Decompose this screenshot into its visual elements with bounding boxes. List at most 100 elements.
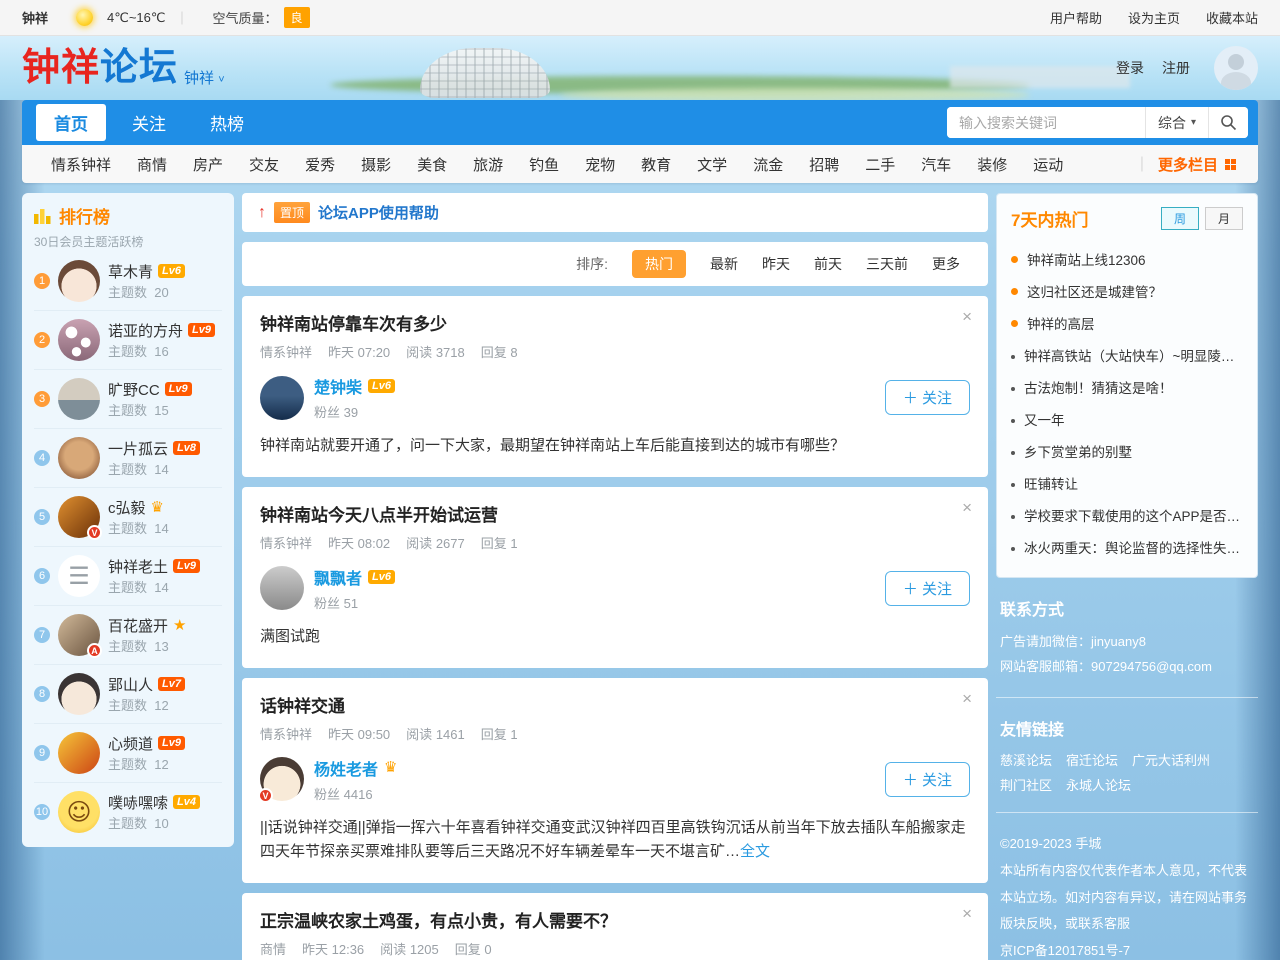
avatar[interactable]	[58, 319, 100, 361]
friend-link[interactable]: 广元大话利州	[1132, 750, 1210, 769]
username-link[interactable]: 杨姓老者	[314, 756, 378, 780]
avatar[interactable]: V	[260, 757, 304, 801]
hot-topic-item[interactable]: 钟祥南站上线12306	[1011, 243, 1243, 275]
username-link[interactable]: 飘飘者	[314, 565, 362, 589]
category-item[interactable]: 房产	[180, 154, 236, 175]
hot-topic-item[interactable]: 古法炮制！猜猜这是啥！	[1011, 371, 1243, 403]
hot-topic-item[interactable]: 冰火两重天：舆论监督的选择性失明…	[1011, 531, 1243, 563]
username-link[interactable]: 诺亚的方舟	[108, 320, 183, 341]
close-icon[interactable]: ×	[962, 905, 972, 922]
search-scope-select[interactable]: 综合▾	[1145, 107, 1208, 138]
set-homepage-link[interactable]: 设为主页	[1128, 8, 1180, 27]
full-text-link[interactable]: 全文	[740, 843, 770, 860]
ranking-list-item[interactable]: 3 旷野CC Lv9 主题数 15	[34, 369, 222, 428]
friend-link[interactable]: 永城人论坛	[1066, 775, 1131, 794]
city-selector[interactable]: 钟祥 ˅	[184, 67, 225, 88]
category-item[interactable]: 教育	[628, 154, 684, 175]
hot-topic-item[interactable]: 钟祥的高层	[1011, 307, 1243, 339]
username-link[interactable]: 心频道	[108, 733, 153, 754]
category-item[interactable]: 装修	[964, 154, 1020, 175]
hot-topic-item[interactable]: 又一年	[1011, 403, 1243, 435]
category-item[interactable]: 情系钟祥	[38, 154, 124, 175]
avatar[interactable]	[58, 732, 100, 774]
ranking-list-item[interactable]: 1 草木青 Lv6 主题数 20	[34, 252, 222, 310]
follow-button[interactable]: ＋ 关注	[885, 380, 970, 415]
tab-month[interactable]: 月	[1205, 207, 1243, 230]
sort-option-hot[interactable]: 热门	[632, 250, 686, 278]
tab-home[interactable]: 首页	[36, 104, 106, 141]
post-title[interactable]: 钟祥南站今天八点半开始试运营	[260, 501, 970, 526]
sort-option-daybefore[interactable]: 前天	[814, 254, 842, 274]
sort-option-more[interactable]: 更多	[932, 254, 960, 274]
avatar[interactable]: ☺	[58, 791, 100, 833]
hot-topic-item[interactable]: 钟祥高铁站（大站快车）~明显陵，…	[1011, 339, 1243, 371]
username-link[interactable]: c弘毅	[108, 497, 146, 518]
register-link[interactable]: 注册	[1162, 58, 1190, 78]
avatar[interactable]: ☰	[58, 555, 100, 597]
username-link[interactable]: 钟祥老土	[108, 556, 168, 577]
tab-following[interactable]: 关注	[114, 104, 184, 141]
ranking-list-item[interactable]: 4 一片孤云 Lv8 主题数 14	[34, 428, 222, 487]
avatar[interactable]	[58, 260, 100, 302]
category-item[interactable]: 运动	[1020, 154, 1076, 175]
username-link[interactable]: 旷野CC	[108, 379, 160, 400]
username-link[interactable]: 噗哧嘿嗦	[108, 792, 168, 813]
post-title[interactable]: 话钟祥交通	[260, 692, 970, 717]
category-item[interactable]: 招聘	[796, 154, 852, 175]
ranking-list-item[interactable]: 7 A 百花盛开 ★ 主题数 13	[34, 605, 222, 664]
search-input[interactable]	[947, 107, 1145, 138]
follow-button[interactable]: ＋ 关注	[885, 571, 970, 606]
sort-option-3daysago[interactable]: 三天前	[866, 254, 908, 274]
category-item[interactable]: 商情	[124, 154, 180, 175]
sort-option-yesterday[interactable]: 昨天	[762, 254, 790, 274]
ranking-list-item[interactable]: 8 郢山人 Lv7 主题数 12	[34, 664, 222, 723]
ranking-list-item[interactable]: 9 心频道 Lv9 主题数 12	[34, 723, 222, 782]
category-item[interactable]: 钓鱼	[516, 154, 572, 175]
ranking-list-item[interactable]: 6 ☰ 钟祥老土 Lv9 主题数 14	[34, 546, 222, 605]
category-item[interactable]: 流金	[740, 154, 796, 175]
more-categories-button[interactable]: 更多栏目	[1144, 154, 1242, 175]
avatar[interactable]	[58, 673, 100, 715]
username-link[interactable]: 百花盛开	[108, 615, 168, 636]
post-title[interactable]: 正宗温峡农家土鸡蛋，有点小贵，有人需要不？	[260, 907, 970, 932]
category-item[interactable]: 美食	[404, 154, 460, 175]
avatar[interactable]	[58, 378, 100, 420]
avatar[interactable]	[1214, 46, 1258, 90]
avatar[interactable]: A	[58, 614, 100, 656]
category-item[interactable]: 汽车	[908, 154, 964, 175]
sticky-post-link[interactable]: 论坛APP使用帮助	[318, 202, 439, 223]
username-link[interactable]: 楚钟柴	[314, 374, 362, 398]
close-icon[interactable]: ×	[962, 690, 972, 707]
login-link[interactable]: 登录	[1116, 58, 1144, 78]
username-link[interactable]: 郢山人	[108, 674, 153, 695]
friend-link[interactable]: 荆门社区	[1000, 775, 1052, 794]
post-title[interactable]: 钟祥南站停靠车次有多少	[260, 310, 970, 335]
bookmark-site-link[interactable]: 收藏本站	[1206, 8, 1258, 27]
category-item[interactable]: 宠物	[572, 154, 628, 175]
category-item[interactable]: 爱秀	[292, 154, 348, 175]
avatar[interactable]: V	[58, 496, 100, 538]
friend-link[interactable]: 慈溪论坛	[1000, 750, 1052, 769]
site-logo[interactable]: 钟祥论坛	[22, 49, 178, 87]
close-icon[interactable]: ×	[962, 499, 972, 516]
avatar[interactable]	[58, 437, 100, 479]
category-item[interactable]: 摄影	[348, 154, 404, 175]
friend-link[interactable]: 宿迁论坛	[1066, 750, 1118, 769]
user-help-link[interactable]: 用户帮助	[1050, 8, 1102, 27]
tab-hot[interactable]: 热榜	[192, 104, 262, 141]
avatar[interactable]	[260, 376, 304, 420]
hot-topic-item[interactable]: 这归社区还是城建管？	[1011, 275, 1243, 307]
close-icon[interactable]: ×	[962, 308, 972, 325]
ranking-list-item[interactable]: 10 ☺ 噗哧嘿嗦 Lv4 主题数 10	[34, 782, 222, 841]
category-item[interactable]: 旅游	[460, 154, 516, 175]
search-button[interactable]	[1208, 107, 1248, 138]
hot-topic-item[interactable]: 旺铺转让	[1011, 467, 1243, 499]
sticky-post[interactable]: ↑ 置顶 论坛APP使用帮助	[242, 193, 988, 232]
category-item[interactable]: 二手	[852, 154, 908, 175]
tab-week[interactable]: 周	[1161, 207, 1199, 230]
category-item[interactable]: 交友	[236, 154, 292, 175]
hot-topic-item[interactable]: 学校要求下载使用的这个APP是否合理	[1011, 499, 1243, 531]
hot-topic-item[interactable]: 乡下赏堂弟的别墅	[1011, 435, 1243, 467]
follow-button[interactable]: ＋ 关注	[885, 762, 970, 797]
username-link[interactable]: 草木青	[108, 261, 153, 282]
